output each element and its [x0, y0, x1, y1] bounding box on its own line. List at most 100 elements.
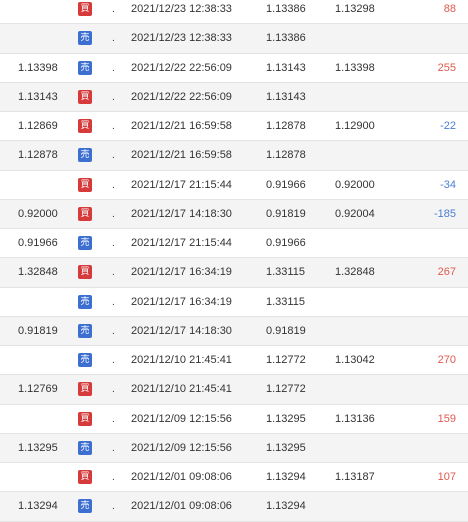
side-badge: 買: [78, 177, 92, 192]
entry-price: 1.13143: [266, 61, 306, 74]
side-badge: 買: [78, 382, 92, 397]
row-dot: .: [112, 121, 115, 132]
entry-price: 1.13294: [266, 500, 306, 513]
exit-price: 1.32848: [335, 266, 375, 279]
side-badge: 売: [78, 440, 92, 455]
row-dot: .: [112, 355, 115, 366]
profit-loss: 107: [437, 471, 456, 483]
side-badge: 買: [78, 89, 92, 104]
trade-row: 0.92000 買. 2021/12/17 14:18:30 0.91819 0.920…: [0, 199, 468, 229]
settle-price: 1.13398: [18, 61, 58, 74]
exit-price: 0.92004: [335, 207, 375, 220]
trade-datetime: 2021/12/01 09:08:06: [131, 500, 232, 513]
exit-price: 1.13042: [335, 354, 375, 366]
side-badge: 売: [78, 323, 92, 338]
trade-row: 売. 2021/12/10 21:45:41 1.12772 1.13042 270: [0, 346, 468, 376]
trade-datetime: 2021/12/17 14:18:30: [131, 324, 232, 337]
trade-datetime: 2021/12/17 14:18:30: [131, 207, 232, 220]
trade-row: 1.12869 買. 2021/12/21 16:59:58 1.12878 1.129…: [0, 112, 468, 142]
entry-price: 1.13143: [266, 90, 306, 103]
trade-datetime: 2021/12/23 12:38:33: [131, 32, 232, 45]
side-badge: 買: [78, 470, 92, 484]
entry-price: 1.33115: [266, 295, 305, 308]
profit-loss: 255: [437, 61, 456, 74]
exit-price: 1.13187: [335, 471, 375, 483]
entry-price: 1.13386: [266, 3, 306, 15]
entry-price: 1.13386: [266, 32, 306, 45]
profit-loss: 88: [443, 3, 456, 15]
trade-history-table: 買. 2021/12/23 12:38:33 1.13386 1.13298 88 売. 2…: [0, 0, 468, 522]
trade-row: 売. 2021/12/23 12:38:33 1.13386: [0, 24, 468, 54]
row-dot: .: [112, 238, 115, 249]
entry-price: 0.91819: [266, 324, 306, 337]
row-dot: .: [112, 91, 115, 103]
row-dot: .: [112, 208, 115, 220]
trade-datetime: 2021/12/23 12:38:33: [131, 3, 232, 15]
side-badge: 買: [78, 265, 92, 280]
settle-price: 1.12878: [18, 149, 58, 162]
trade-row: 1.13294 売. 2021/12/01 09:08:06 1.13294: [0, 492, 468, 522]
row-dot: .: [112, 62, 115, 74]
row-dot: .: [112, 150, 115, 162]
settle-price: 0.92000: [18, 207, 58, 220]
side-badge: 買: [78, 2, 92, 16]
trade-row: 1.13295 売. 2021/12/09 12:15:56 1.13295: [0, 433, 468, 463]
trade-datetime: 2021/12/10 21:45:41: [131, 354, 232, 366]
entry-price: 1.12772: [266, 383, 306, 396]
exit-price: 1.12900: [335, 120, 375, 132]
trade-row: 1.32848 買. 2021/12/17 16:34:19 1.33115 1.328…: [0, 258, 468, 288]
trade-row: 買. 2021/12/17 21:15:44 0.91966 0.92000 -34: [0, 171, 468, 200]
row-dot: .: [112, 267, 115, 279]
settle-price: 1.12769: [18, 383, 58, 396]
side-badge: 買: [78, 119, 92, 133]
settle-price: 1.12869: [18, 120, 58, 132]
entry-price: 1.12878: [266, 120, 306, 132]
trade-row: 売. 2021/12/17 16:34:19 1.33115: [0, 288, 468, 317]
side-badge: 売: [78, 148, 92, 163]
side-badge: 売: [78, 60, 92, 75]
settle-price: 1.32848: [18, 266, 58, 279]
exit-price: 0.92000: [335, 178, 375, 191]
row-dot: .: [112, 472, 115, 483]
entry-price: 0.91966: [266, 178, 306, 191]
side-badge: 売: [78, 499, 92, 514]
trade-row: 1.12878 売. 2021/12/21 16:59:58 1.12878: [0, 141, 468, 171]
entry-price: 0.91966: [266, 237, 306, 249]
entry-price: 1.12772: [266, 354, 306, 366]
entry-price: 1.33115: [266, 266, 305, 279]
exit-price: 1.13136: [335, 412, 375, 425]
settle-price: 0.91819: [18, 324, 58, 337]
trade-row: 0.91966 売. 2021/12/17 21:15:44 0.91966: [0, 229, 468, 259]
trade-datetime: 2021/12/10 21:45:41: [131, 383, 232, 396]
entry-price: 1.13294: [266, 471, 306, 483]
exit-price: 1.13298: [335, 3, 375, 15]
row-dot: .: [112, 179, 115, 191]
side-badge: 売: [78, 31, 92, 46]
entry-price: 1.13295: [266, 441, 306, 454]
row-dot: .: [112, 325, 115, 337]
trade-row: 1.13143 買. 2021/12/22 22:56:09 1.13143: [0, 82, 468, 112]
side-badge: 買: [78, 206, 92, 221]
trade-row: 買. 2021/12/23 12:38:33 1.13386 1.13298 88: [0, 0, 468, 25]
side-badge: 売: [78, 353, 92, 367]
entry-price: 0.91819: [266, 207, 306, 220]
trade-datetime: 2021/12/21 16:59:58: [131, 120, 232, 132]
profit-loss: -22: [440, 120, 456, 132]
trade-datetime: 2021/12/21 16:59:58: [131, 149, 232, 162]
settle-price: 1.13295: [18, 441, 58, 454]
side-badge: 買: [78, 411, 92, 426]
settle-price: 1.13143: [18, 90, 58, 103]
trade-datetime: 2021/12/17 21:15:44: [131, 237, 232, 249]
profit-loss: 267: [437, 266, 456, 279]
trade-row: 買. 2021/12/01 09:08:06 1.13294 1.13187 107: [0, 463, 468, 493]
trade-row: 1.13398 売. 2021/12/22 22:56:09 1.13143 1.133…: [0, 54, 468, 83]
row-dot: .: [112, 33, 115, 45]
trade-datetime: 2021/12/09 12:15:56: [131, 441, 232, 454]
row-dot: .: [112, 413, 115, 425]
trade-datetime: 2021/12/09 12:15:56: [131, 412, 232, 425]
trade-datetime: 2021/12/17 16:34:19: [131, 295, 232, 308]
side-badge: 売: [78, 236, 92, 250]
row-dot: .: [112, 384, 115, 396]
entry-price: 1.12878: [266, 149, 306, 162]
profit-loss: -34: [440, 178, 456, 191]
